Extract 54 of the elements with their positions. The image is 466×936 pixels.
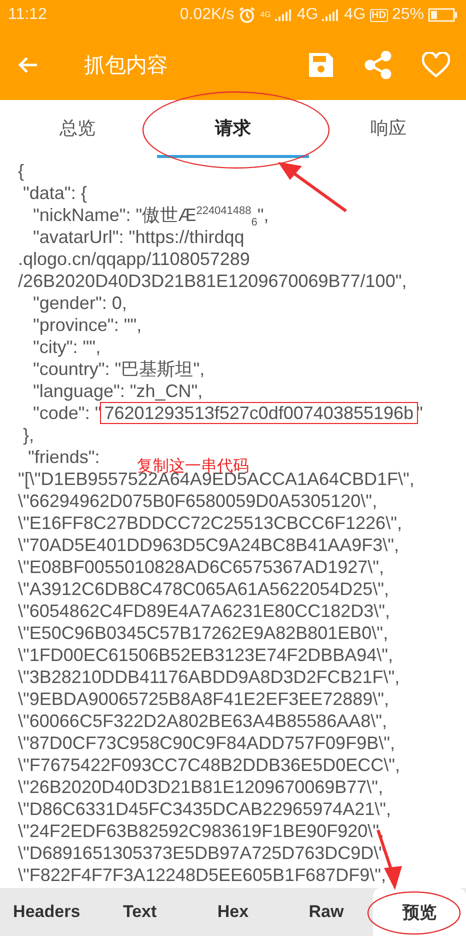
json-line: \"3B28210DDB41176ABDD9A8D3D2FCB21F\", — [18, 666, 400, 688]
battery-percent: 25% — [392, 6, 424, 24]
json-line: "city": "", — [32, 336, 101, 358]
bottom-tab[interactable]: 预览 — [372, 888, 466, 936]
json-line: \"9EBDA90065725B8A8F41E2EF3EE72889\", — [18, 688, 390, 710]
status-time: 11:12 — [8, 6, 47, 24]
json-line: \"A3912C6DB8C478C065A61A5622054D25\", — [18, 578, 390, 600]
signal-icon — [274, 9, 293, 21]
json-line: \"66294962D075B0F6580059D0A5305120\", — [18, 490, 378, 512]
json-line: "friends": — [27, 446, 100, 468]
battery-icon — [428, 8, 458, 22]
json-line: \"60066C5F322D2A802BE63A4B85586AA8\", — [18, 710, 388, 732]
json-line: \"D86C6331D45FC3435DCAB22965974A21\", — [18, 798, 392, 820]
signal-icon — [322, 9, 340, 21]
json-line: \"F822F4F7F3A12248D5EE605B1F687DF9\", — [18, 864, 386, 886]
hd-badge: HD — [370, 8, 388, 22]
json-line: { — [18, 160, 24, 182]
bottom-tab[interactable]: Hex — [186, 888, 280, 936]
bottom-tab[interactable]: Raw — [280, 888, 373, 936]
tab[interactable]: 请求 — [157, 100, 309, 158]
json-line: \"24F2EDF63B82592C983619F1BE90F920\", — [18, 820, 384, 842]
bottom-tab[interactable]: Headers — [0, 888, 94, 936]
tab[interactable]: 总览 — [2, 100, 154, 158]
json-line: \"6054862C4FD89E4A7A6231E80CC182D3\", — [18, 600, 390, 622]
json-line: \"E50C96B0345C57B17262E9A82B801EB0\", — [18, 622, 388, 644]
json-line: "gender": 0, — [32, 292, 127, 314]
json-line: "province": "", — [32, 314, 142, 336]
json-line: }, — [22, 424, 34, 446]
bottom-tab[interactable]: Text — [93, 888, 186, 936]
tab[interactable]: 响应 — [312, 100, 464, 158]
alarm-clock-icon — [238, 6, 256, 24]
json-line: \"1FD00EC61506B52EB3123E74F2DBBA94\", — [18, 644, 394, 666]
network-type: 4G — [344, 6, 366, 24]
network-type: 4G — [296, 6, 318, 24]
json-line: "data": { — [22, 182, 87, 204]
json-line: \"87D0CF73C958C90C9F84ADD757F09F9B\", — [18, 732, 395, 754]
json-line: "language": "zh_CN", — [32, 380, 203, 402]
network-type-label: 4G — [260, 11, 271, 19]
json-line: "country": "巴基斯坦", — [32, 358, 205, 380]
json-line: "avatarUrl": "https://thirdqq — [32, 226, 244, 248]
network-speed: 0.02K/s — [180, 6, 234, 24]
share-icon[interactable] — [364, 51, 392, 79]
save-icon[interactable] — [308, 52, 334, 78]
json-line: \"E16FF8C27BDDCC72C25513CBCC6F1226\", — [18, 512, 402, 534]
json-line: \"26B2020D40D3D21B81E1209670069B77\", — [18, 776, 384, 798]
json-line: \"70AD5E401DD963D5C9A24BC8B41AA9F3\", — [18, 534, 400, 556]
json-line: /26B2020D40D3D21B81E1209670069B77/100", — [18, 270, 407, 292]
json-line: "nickName": "傲世Æ$^{224041488}$$_{6}$", — [32, 204, 269, 226]
heart-icon[interactable] — [422, 52, 450, 78]
json-line: \"E08BF0055010828AD6C6575367AD1927\", — [18, 556, 384, 578]
json-line: .qlogo.cn/qqapp/1108057289 — [18, 248, 250, 270]
json-line: \"F7675422F093CC7C48B2DDB36E5D0ECC\", — [18, 754, 400, 776]
annotation-arrow — [278, 162, 347, 212]
app-title: 抓包内容 — [84, 53, 169, 79]
